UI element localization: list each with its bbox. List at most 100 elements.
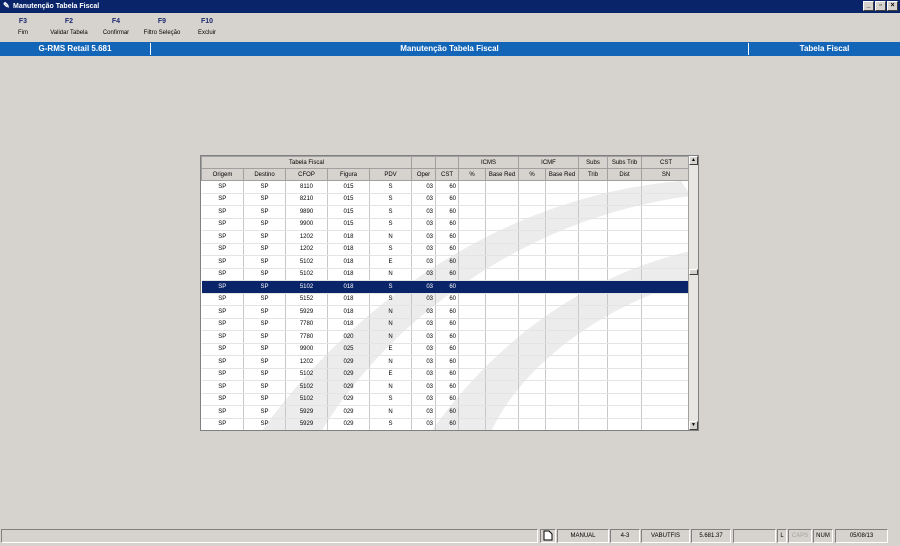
restore-button[interactable]: ▫ bbox=[875, 1, 886, 11]
scroll-thumb[interactable] bbox=[689, 269, 698, 275]
column-header[interactable]: % bbox=[458, 168, 486, 181]
header-bar: G-RMS Retail 5.681 Manutenção Tabela Fis… bbox=[0, 42, 900, 56]
column-header[interactable]: CST bbox=[435, 168, 459, 181]
origem-cell: SP bbox=[201, 380, 244, 394]
pdv-cell: S bbox=[369, 393, 412, 406]
num-lock-status: NUM bbox=[813, 529, 833, 543]
table-row[interactable]: SP SP 1202 018 N 03 60 bbox=[201, 230, 692, 244]
table-row[interactable]: SP SP 8110 015 S 03 60 bbox=[201, 180, 692, 194]
filtro-selecao-button[interactable]: F9 Filtro Seleção bbox=[138, 17, 186, 38]
fim-label: Fim bbox=[18, 30, 28, 36]
table-row[interactable]: SP SP 1202 018 S 03 60 bbox=[201, 243, 692, 256]
table-row[interactable]: SP SP 9900 015 S 03 60 bbox=[201, 218, 692, 231]
vertical-scrollbar[interactable]: ▲ ▼ bbox=[688, 156, 698, 430]
fim-key: F3 bbox=[18, 18, 28, 25]
figura-cell: 018 bbox=[327, 305, 370, 319]
validar-tabela-button[interactable]: F2 Validar Tabela bbox=[44, 17, 94, 38]
scroll-down-arrow-icon[interactable]: ▼ bbox=[689, 421, 698, 430]
excluir-label: Excluir bbox=[197, 30, 216, 36]
column-header[interactable]: CFOP bbox=[285, 168, 328, 181]
table-row[interactable]: SP SP 1202 029 N 03 60 bbox=[201, 355, 692, 369]
oper-cell: 03 bbox=[411, 280, 436, 294]
empty-cell bbox=[458, 405, 486, 419]
pdv-cell: S bbox=[369, 205, 412, 219]
empty-cell bbox=[458, 243, 486, 256]
oper-cell: 03 bbox=[411, 230, 436, 244]
fim-button[interactable]: F3 Fim bbox=[4, 17, 42, 38]
close-button[interactable]: × bbox=[887, 1, 898, 11]
empty-cell bbox=[607, 180, 643, 194]
figura-cell: 018 bbox=[327, 243, 370, 256]
cfop-cell: 5102 bbox=[285, 380, 328, 394]
table-row[interactable]: SP SP 5102 018 S 03 60 bbox=[201, 280, 692, 294]
table-row[interactable]: SP SP 8210 015 S 03 60 bbox=[201, 193, 692, 206]
table-row[interactable]: SP SP 5929 018 N 03 60 bbox=[201, 305, 692, 319]
column-header[interactable]: SN bbox=[641, 168, 692, 181]
figura-cell: 018 bbox=[327, 318, 370, 331]
empty-cell bbox=[458, 380, 486, 394]
empty-cell bbox=[545, 393, 580, 406]
empty-cell bbox=[607, 280, 643, 294]
column-header[interactable]: Base Red bbox=[544, 168, 580, 181]
fiscal-table-grid[interactable]: Tabela Fiscal ICMS ICMF Subs Subs Trib C… bbox=[200, 155, 699, 431]
origem-cell: SP bbox=[201, 418, 244, 430]
pdv-cell: E bbox=[369, 343, 412, 356]
empty-cell bbox=[458, 330, 486, 344]
pdv-cell: E bbox=[369, 255, 412, 269]
column-header[interactable]: Dist bbox=[607, 168, 643, 181]
destino-cell: SP bbox=[243, 255, 286, 269]
table-row[interactable]: SP SP 7780 018 N 03 60 bbox=[201, 318, 692, 331]
table-row[interactable]: SP SP 5152 018 S 03 60 bbox=[201, 293, 692, 306]
empty-cell bbox=[518, 418, 546, 430]
empty-cell bbox=[485, 405, 519, 419]
table-row[interactable]: SP SP 5102 018 E 03 60 bbox=[201, 255, 692, 269]
table-row[interactable]: SP SP 5102 029 N 03 60 bbox=[201, 380, 692, 394]
figura-cell: 015 bbox=[327, 205, 370, 219]
column-header[interactable]: Oper bbox=[411, 168, 436, 181]
empty-cell bbox=[545, 243, 580, 256]
destino-cell: SP bbox=[243, 305, 286, 319]
excluir-button[interactable]: F10 Excluir bbox=[190, 17, 224, 38]
column-header[interactable]: Base Red bbox=[485, 168, 519, 181]
cfop-cell: 5102 bbox=[285, 368, 328, 381]
destino-cell: SP bbox=[243, 180, 286, 194]
table-row[interactable]: SP SP 5102 029 E 03 60 bbox=[201, 368, 692, 381]
cst-cell: 60 bbox=[435, 180, 459, 194]
pdv-cell: S bbox=[369, 218, 412, 231]
empty-cell bbox=[607, 205, 643, 219]
empty-cell bbox=[485, 293, 519, 306]
table-row[interactable]: SP SP 9900 025 E 03 60 bbox=[201, 343, 692, 356]
table-row[interactable]: SP SP 9890 015 S 03 60 bbox=[201, 205, 692, 219]
empty-cell bbox=[578, 218, 609, 231]
cst-cell: 60 bbox=[435, 243, 459, 256]
table-row[interactable]: SP SP 5102 018 N 03 60 bbox=[201, 268, 692, 281]
column-header[interactable]: PDV bbox=[369, 168, 412, 181]
empty-cell bbox=[485, 230, 519, 244]
table-row[interactable]: SP SP 5929 029 N 03 60 bbox=[201, 405, 692, 419]
empty-cell bbox=[641, 193, 692, 206]
destino-cell: SP bbox=[243, 318, 286, 331]
cfop-cell: 1202 bbox=[285, 243, 328, 256]
column-header[interactable]: Figura bbox=[327, 168, 370, 181]
destino-cell: SP bbox=[243, 243, 286, 256]
empty-cell bbox=[485, 318, 519, 331]
cst-cell: 60 bbox=[435, 305, 459, 319]
empty-cell bbox=[641, 330, 692, 344]
table-row[interactable]: SP SP 5102 029 S 03 60 bbox=[201, 393, 692, 406]
mode-status: MANUAL bbox=[557, 529, 609, 543]
confirmar-button[interactable]: F4 Confirmar bbox=[96, 17, 136, 38]
empty-cell bbox=[607, 230, 643, 244]
cst-cell: 60 bbox=[435, 393, 459, 406]
empty-cell bbox=[545, 380, 580, 394]
column-header[interactable]: Trib bbox=[578, 168, 609, 181]
destino-cell: SP bbox=[243, 355, 286, 369]
column-header[interactable]: Origem bbox=[201, 168, 244, 181]
column-header[interactable]: % bbox=[518, 168, 546, 181]
document-icon bbox=[540, 529, 556, 543]
empty-cell bbox=[578, 330, 609, 344]
column-header[interactable]: Destino bbox=[243, 168, 286, 181]
table-row[interactable]: SP SP 7780 020 N 03 60 bbox=[201, 330, 692, 344]
minimize-button[interactable]: _ bbox=[863, 1, 874, 11]
table-row[interactable]: SP SP 5929 029 S 03 60 bbox=[201, 418, 692, 430]
scroll-up-arrow-icon[interactable]: ▲ bbox=[689, 156, 698, 165]
